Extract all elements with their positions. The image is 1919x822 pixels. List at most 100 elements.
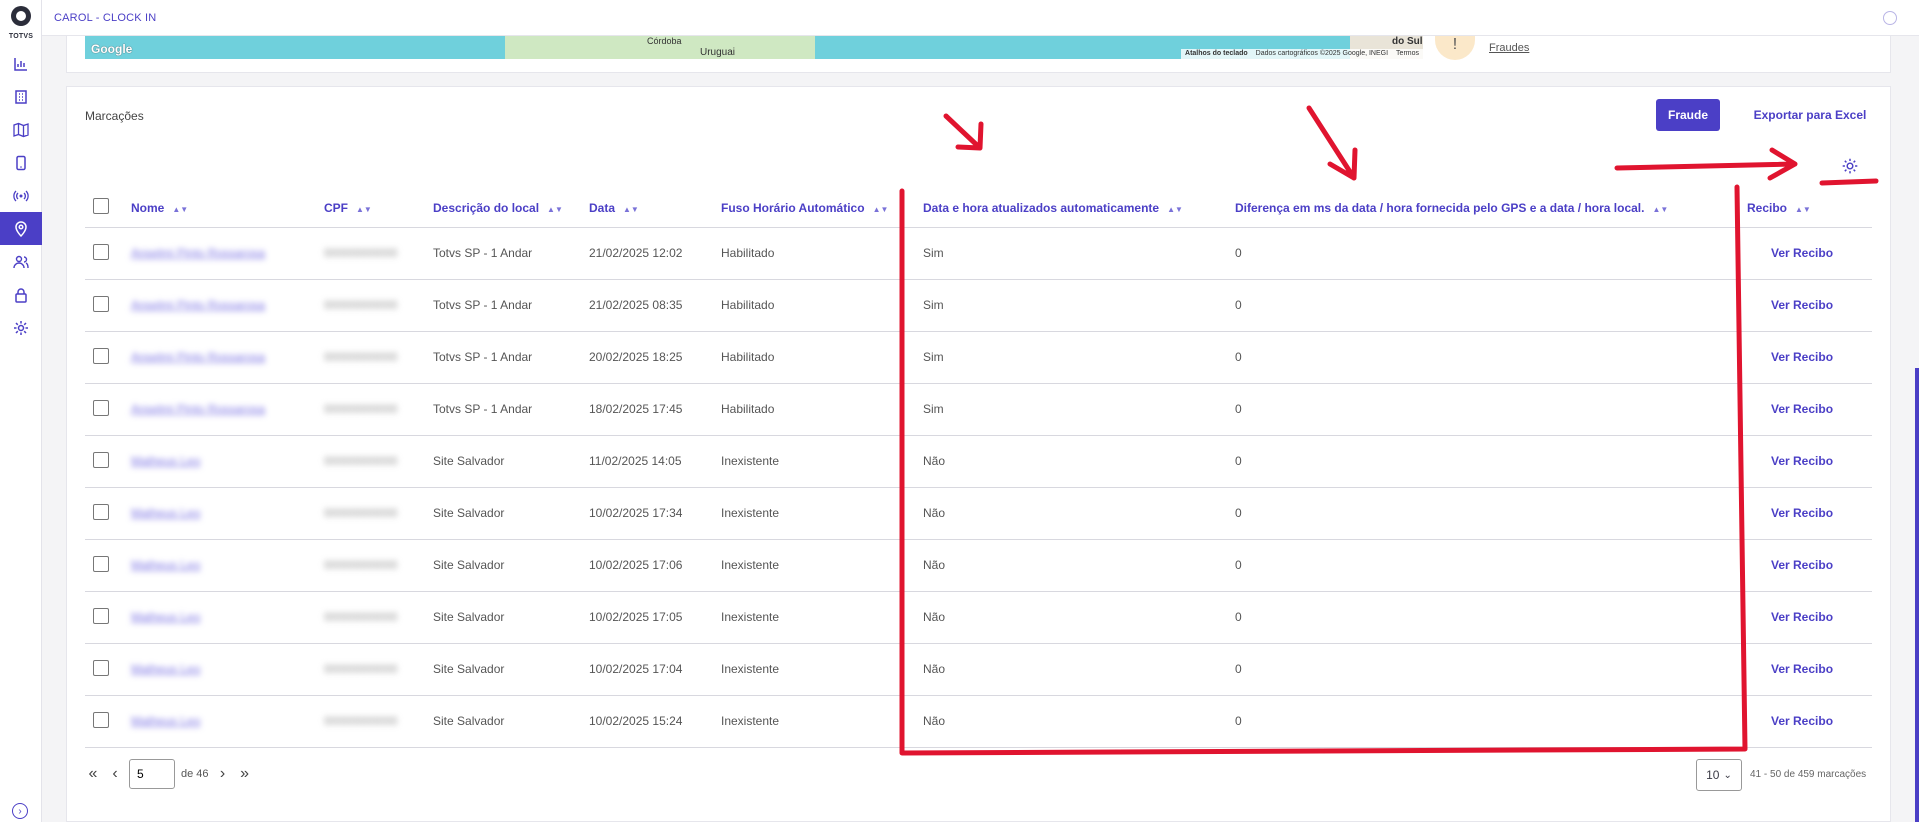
table-row[interactable]: Matheus Leo 00000000000 Site Salvador 11/02… (85, 435, 1872, 488)
sidebar-item-security[interactable] (0, 278, 42, 311)
table-row[interactable]: Anselmi Pinto Rossarosa 00000000000 Totvs … (85, 331, 1872, 384)
view-receipt-link[interactable]: Ver Recibo (1771, 714, 1833, 728)
row-checkbox[interactable] (93, 711, 109, 728)
table-row[interactable]: Matheus Leo 00000000000 Site Salvador 10/02… (85, 695, 1872, 748)
last-page-icon[interactable]: » (237, 765, 253, 783)
view-receipt-link[interactable]: Ver Recibo (1771, 558, 1833, 572)
view-receipt-link[interactable]: Ver Recibo (1771, 610, 1833, 624)
prev-page-icon[interactable]: ‹ (107, 765, 123, 783)
col-header-gps-diff[interactable]: Diferença em ms da data / hora fornecida… (1229, 189, 1741, 228)
col-header-receipt[interactable]: Recibo ▲▼ (1741, 189, 1872, 228)
row-auto-datetime: Não (923, 558, 946, 572)
table-row[interactable]: Matheus Leo 00000000000 Site Salvador 10/02… (85, 539, 1872, 592)
map-shortcuts-link[interactable]: Atalhos do teclado (1185, 50, 1248, 58)
table-header-row: Nome ▲▼ CPF ▲▼ Descrição do local ▲▼ Data ▲▼… (85, 189, 1872, 228)
sidebar-item-locations[interactable] (0, 212, 42, 245)
sidebar-item-map[interactable] (0, 113, 42, 146)
row-checkbox[interactable] (93, 451, 109, 468)
row-timezone-cell: Habilitado (715, 383, 917, 436)
sort-icon[interactable]: ▲▼ (873, 205, 889, 214)
sort-icon[interactable]: ▲▼ (1795, 205, 1811, 214)
totvs-logo[interactable]: TOTVS (0, 6, 42, 40)
col-header-cpf[interactable]: CPF ▲▼ (318, 189, 427, 228)
row-receipt-cell: Ver Recibo (1741, 279, 1872, 332)
sidebar-item-settings[interactable] (0, 311, 42, 344)
sidebar-item-users[interactable] (0, 245, 42, 278)
row-cpf-cell: 00000000000 (318, 591, 427, 644)
sort-icon[interactable]: ▲▼ (1652, 205, 1668, 214)
per-page-select[interactable]: 10 ⌄ (1696, 759, 1742, 791)
row-name[interactable]: Anselmi Pinto Rossarosa (131, 246, 265, 260)
row-name[interactable]: Anselmi Pinto Rossarosa (131, 298, 265, 312)
view-receipt-link[interactable]: Ver Recibo (1771, 298, 1833, 312)
row-gps-diff: 0 (1235, 506, 1242, 520)
page-number-input[interactable] (129, 759, 175, 789)
first-page-icon[interactable]: « (85, 765, 101, 783)
view-receipt-link[interactable]: Ver Recibo (1771, 350, 1833, 364)
table-row[interactable]: Matheus Leo 00000000000 Site Salvador 10/02… (85, 591, 1872, 644)
map[interactable]: Google Córdoba Uruguai do Sul Atalhos do… (85, 36, 1423, 59)
col-header-auto-datetime[interactable]: Data e hora atualizados automaticamente ▲… (917, 189, 1229, 228)
view-receipt-link[interactable]: Ver Recibo (1771, 246, 1833, 260)
row-checkbox[interactable] (93, 399, 109, 416)
scrollbar[interactable] (1915, 368, 1919, 822)
row-name[interactable]: Anselmi Pinto Rossarosa (131, 350, 265, 364)
export-excel-button[interactable]: Exportar para Excel (1745, 99, 1875, 131)
user-avatar-icon[interactable] (1883, 11, 1897, 25)
map-terms-link[interactable]: Termos (1396, 50, 1419, 58)
row-name-cell: Matheus Leo (125, 487, 318, 540)
col-header-local[interactable]: Descrição do local ▲▼ (427, 189, 583, 228)
next-page-icon[interactable]: › (215, 765, 231, 783)
row-checkbox[interactable] (93, 503, 109, 520)
sort-icon[interactable]: ▲▼ (356, 205, 372, 214)
view-receipt-link[interactable]: Ver Recibo (1771, 454, 1833, 468)
row-name[interactable]: Matheus Leo (131, 558, 200, 572)
row-timezone-cell: Inexistente (715, 643, 917, 696)
row-name[interactable]: Matheus Leo (131, 454, 200, 468)
row-date: 10/02/2025 17:34 (589, 506, 683, 520)
sidebar-item-broadcast[interactable] (0, 179, 42, 212)
row-name[interactable]: Matheus Leo (131, 662, 200, 676)
row-checkbox[interactable] (93, 295, 109, 312)
row-cpf: 00000000000 (324, 402, 398, 416)
fraud-button[interactable]: Fraude (1656, 99, 1720, 131)
sidebar-item-companies[interactable] (0, 80, 42, 113)
row-receipt-cell: Ver Recibo (1741, 331, 1872, 384)
sort-icon[interactable]: ▲▼ (1167, 205, 1183, 214)
sort-icon[interactable]: ▲▼ (623, 205, 639, 214)
row-checkbox[interactable] (93, 555, 109, 572)
row-name[interactable]: Matheus Leo (131, 610, 200, 624)
view-receipt-link[interactable]: Ver Recibo (1771, 402, 1833, 416)
expand-sidebar-icon[interactable]: › (12, 803, 28, 819)
sidebar-item-devices[interactable] (0, 146, 42, 179)
users-icon (13, 255, 29, 268)
view-receipt-link[interactable]: Ver Recibo (1771, 506, 1833, 520)
row-checkbox[interactable] (93, 607, 109, 624)
view-receipt-link[interactable]: Ver Recibo (1771, 662, 1833, 676)
col-header-timezone[interactable]: Fuso Horário Automático ▲▼ (715, 189, 917, 228)
sort-icon[interactable]: ▲▼ (172, 205, 188, 214)
row-name[interactable]: Matheus Leo (131, 714, 200, 728)
row-name[interactable]: Matheus Leo (131, 506, 200, 520)
table-row[interactable]: Matheus Leo 00000000000 Site Salvador 10/02… (85, 487, 1872, 540)
table-row[interactable]: Anselmi Pinto Rossarosa 00000000000 Totvs … (85, 227, 1872, 280)
table-row[interactable]: Anselmi Pinto Rossarosa 00000000000 Totvs … (85, 279, 1872, 332)
row-checkbox[interactable] (93, 659, 109, 676)
select-all-checkbox[interactable] (93, 198, 109, 215)
row-name[interactable]: Anselmi Pinto Rossarosa (131, 402, 265, 416)
col-header-date[interactable]: Data ▲▼ (583, 189, 715, 228)
table-row[interactable]: Matheus Leo 00000000000 Site Salvador 10/02… (85, 643, 1872, 696)
fraud-link[interactable]: Fraudes (1489, 42, 1529, 54)
col-header-name[interactable]: Nome ▲▼ (125, 189, 318, 228)
row-date-cell: 18/02/2025 17:45 (583, 383, 715, 436)
row-timezone: Habilitado (721, 298, 775, 312)
column-settings-gear-icon[interactable] (1841, 157, 1859, 175)
table-row[interactable]: Anselmi Pinto Rossarosa 00000000000 Totvs … (85, 383, 1872, 436)
row-checkbox[interactable] (93, 347, 109, 364)
row-checkbox[interactable] (93, 243, 109, 260)
sort-icon[interactable]: ▲▼ (547, 205, 563, 214)
row-date-cell: 11/02/2025 14:05 (583, 435, 715, 488)
topbar: CAROL - CLOCK IN (42, 0, 1919, 36)
sidebar-item-dashboard[interactable] (0, 47, 42, 80)
broadcast-icon (13, 190, 29, 201)
